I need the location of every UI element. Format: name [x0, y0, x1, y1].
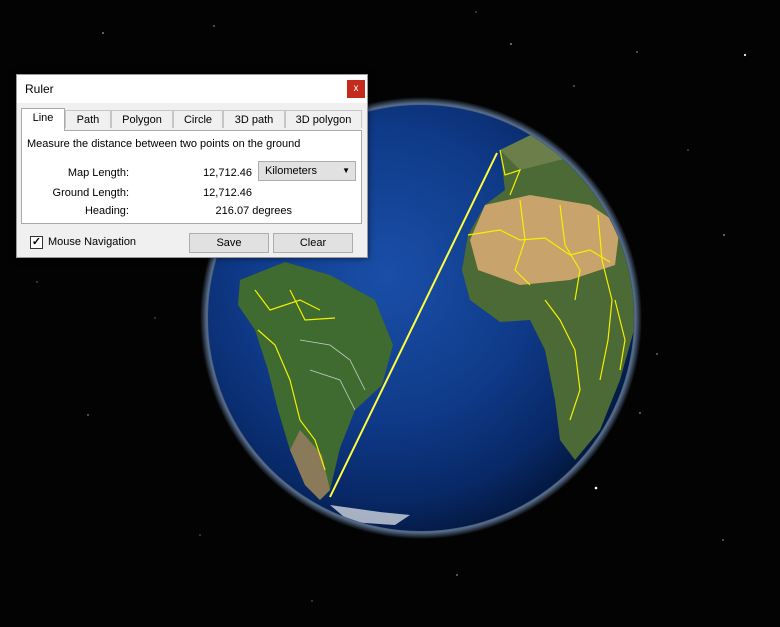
- units-select[interactable]: Kilometers ▼: [258, 161, 356, 181]
- ground-length-label: Ground Length:: [52, 187, 129, 199]
- save-button[interactable]: Save: [189, 233, 269, 253]
- close-button[interactable]: x: [347, 80, 365, 98]
- ruler-tabs: Line Path Polygon Circle 3D path 3D poly…: [21, 108, 365, 131]
- tab-3d-polygon[interactable]: 3D polygon: [285, 110, 362, 128]
- ruler-dialog: Ruler x Line Path Polygon Circle 3D path…: [16, 74, 368, 258]
- map-length-value: 12,712.46: [203, 167, 252, 179]
- units-value: Kilometers: [265, 165, 317, 177]
- dialog-title: Ruler: [25, 82, 54, 96]
- tab-3d-path[interactable]: 3D path: [223, 110, 285, 128]
- dropdown-arrow-icon: ▼: [342, 166, 350, 175]
- heading-value: 216.07 degrees: [215, 205, 292, 217]
- tab-path[interactable]: Path: [65, 110, 111, 128]
- map-length-label: Map Length:: [67, 167, 129, 179]
- ground-length-value: 12,712.46: [203, 187, 252, 199]
- tab-line[interactable]: Line: [21, 108, 65, 131]
- ruler-titlebar[interactable]: Ruler x: [17, 75, 367, 103]
- checkmark-icon: ✓: [31, 236, 42, 248]
- ruler-description: Measure the distance between two points …: [27, 138, 301, 150]
- heading-label: Heading:: [84, 205, 129, 217]
- mouse-navigation-checkbox[interactable]: ✓: [30, 236, 43, 249]
- close-icon: x: [353, 83, 359, 94]
- line-panel: Measure the distance between two points …: [21, 130, 362, 224]
- clear-button[interactable]: Clear: [273, 233, 353, 253]
- tab-polygon[interactable]: Polygon: [111, 110, 173, 128]
- tab-circle[interactable]: Circle: [173, 110, 223, 128]
- mouse-navigation-label[interactable]: Mouse Navigation: [48, 236, 136, 248]
